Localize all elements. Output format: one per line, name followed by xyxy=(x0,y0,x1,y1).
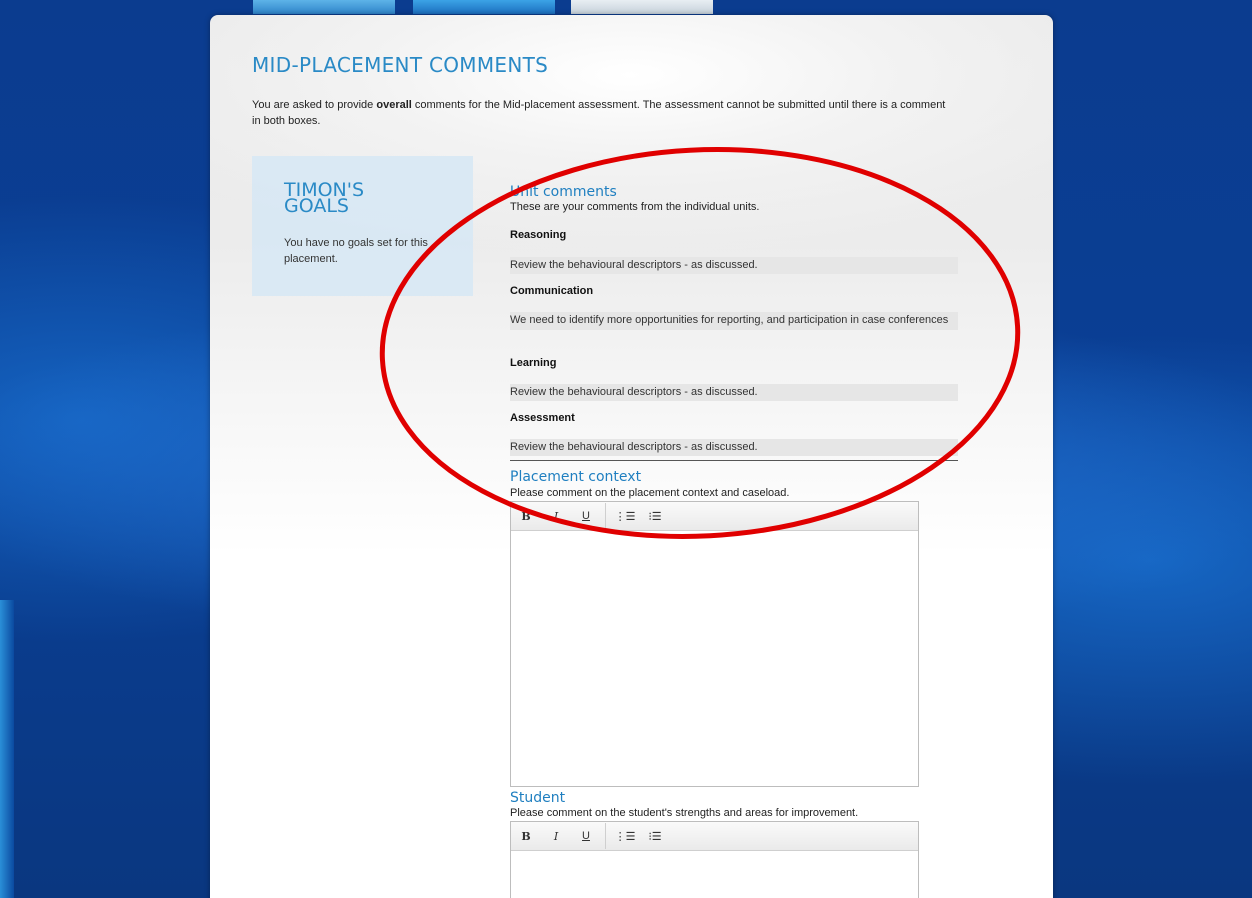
intro-bold: overall xyxy=(376,99,412,111)
student-editor[interactable]: B I U ⋮☰ ⁝☰ xyxy=(510,821,919,898)
placement-context-toolbar: B I U ⋮☰ ⁝☰ xyxy=(511,502,918,531)
underline-button[interactable]: U xyxy=(571,822,601,850)
unit-label-learning: Learning xyxy=(510,357,557,369)
unit-comments-title: Unit comments xyxy=(510,184,617,200)
nav-tab-2[interactable] xyxy=(413,0,555,14)
page-title: MID-PLACEMENT COMMENTS xyxy=(252,53,549,77)
main-panel: MID-PLACEMENT COMMENTS You are asked to … xyxy=(210,15,1053,898)
unit-comment-learning: Review the behavioural descriptors - as … xyxy=(510,384,958,401)
nav-tab-1[interactable] xyxy=(253,0,395,14)
underline-button[interactable]: U xyxy=(571,502,601,530)
goals-title: TIMON'S GOALS xyxy=(284,179,365,217)
italic-button[interactable]: I xyxy=(541,502,571,530)
section-divider xyxy=(510,460,958,461)
nav-tab-3[interactable] xyxy=(571,0,713,14)
intro-prefix: You are asked to provide xyxy=(252,99,377,111)
side-decoration xyxy=(0,600,14,898)
toolbar-separator xyxy=(605,503,606,529)
bold-button[interactable]: B xyxy=(511,822,541,850)
placement-context-subtitle: Please comment on the placement context … xyxy=(510,487,790,499)
bold-button[interactable]: B xyxy=(511,502,541,530)
student-subtitle: Please comment on the student's strength… xyxy=(510,807,859,819)
unit-comment-assessment: Review the behavioural descriptors - as … xyxy=(510,439,958,456)
ordered-list-icon[interactable]: ⋮☰ xyxy=(610,822,640,850)
unordered-list-icon[interactable]: ⁝☰ xyxy=(640,502,670,530)
unit-label-assessment: Assessment xyxy=(510,412,575,424)
unit-comment-communication: We need to identify more opportunities f… xyxy=(510,312,958,330)
unit-comments-subtitle: These are your comments from the individ… xyxy=(510,201,760,213)
goals-box: TIMON'S GOALS You have no goals set for … xyxy=(252,156,473,296)
unit-label-communication: Communication xyxy=(510,285,594,297)
toolbar-separator xyxy=(605,823,606,849)
student-toolbar: B I U ⋮☰ ⁝☰ xyxy=(511,822,918,851)
intro-text: You are asked to provide overall comment… xyxy=(252,97,952,129)
placement-context-textarea[interactable] xyxy=(511,531,918,786)
student-title: Student xyxy=(510,790,566,806)
placement-context-editor[interactable]: B I U ⋮☰ ⁝☰ xyxy=(510,501,919,787)
goals-text: You have no goals set for this placement… xyxy=(284,237,428,265)
ordered-list-icon[interactable]: ⋮☰ xyxy=(610,502,640,530)
student-textarea[interactable] xyxy=(511,851,918,898)
unordered-list-icon[interactable]: ⁝☰ xyxy=(640,822,670,850)
unit-label-reasoning: Reasoning xyxy=(510,229,567,241)
placement-context-title: Placement context xyxy=(510,469,642,485)
italic-button[interactable]: I xyxy=(541,822,571,850)
unit-comment-reasoning: Review the behavioural descriptors - as … xyxy=(510,257,958,274)
